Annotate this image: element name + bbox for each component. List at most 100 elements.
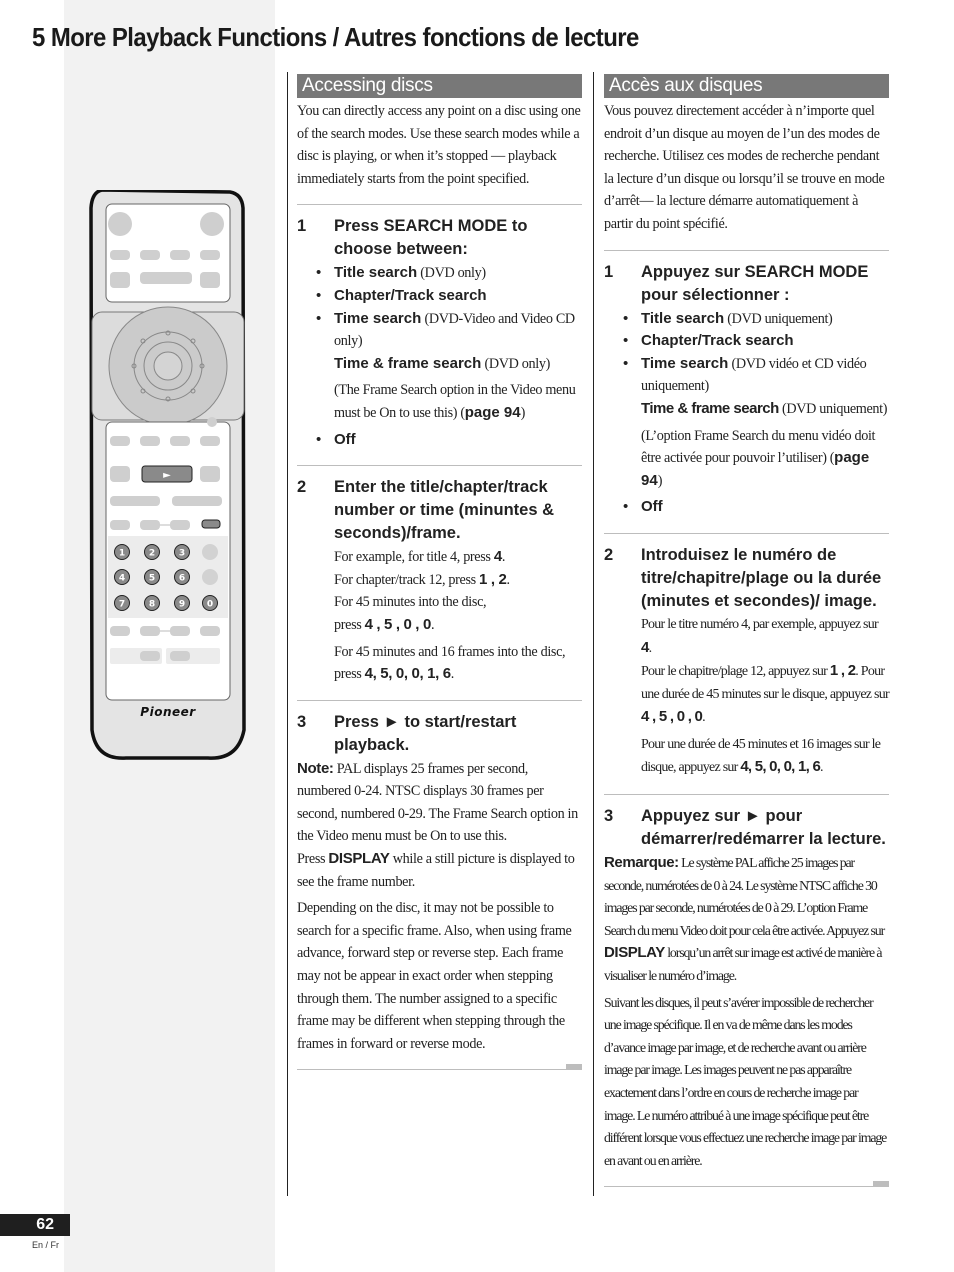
number-key-label: 2 <box>149 549 155 559</box>
list-item: Chapter/Track search <box>623 330 889 353</box>
note-paragraph: Note: PAL displays 25 frames per second,… <box>297 759 578 890</box>
remote-key <box>202 569 218 585</box>
language-label: En / Fr <box>32 1240 60 1250</box>
note-paragraph: Remarque: Le système PAL affiche 25 imag… <box>604 854 885 984</box>
number-key-label: 8 <box>149 600 155 610</box>
remote-key <box>140 651 160 661</box>
step-title: Appuyez sur SEARCH MODE pour sélectionne… <box>641 262 869 304</box>
remote-key <box>170 651 190 661</box>
step-2: 2 Enter the title/chapter/track number o… <box>297 476 582 686</box>
remote-key <box>140 436 160 446</box>
step-title: Enter the title/chapter/track number or … <box>334 478 555 543</box>
page-title: 5 More Playback Functions / Autres fonct… <box>32 22 639 52</box>
end-rule <box>604 1181 889 1188</box>
intro-paragraph: You can directly access any point on a d… <box>297 103 581 187</box>
divider <box>604 794 889 796</box>
remote-key <box>200 436 220 446</box>
step-title: Appuyez sur ► pour démarrer/redémarrer l… <box>641 807 886 849</box>
end-rule <box>297 1064 582 1071</box>
step-number: 1 <box>297 217 307 236</box>
divider <box>297 699 582 701</box>
remote-key <box>170 626 190 636</box>
list-item: Off <box>623 496 889 519</box>
step-title: Introduisez le numéro de titre/chapitre/… <box>641 545 882 610</box>
remote-key <box>110 436 130 446</box>
sub-note: (The Frame Search option in the Video me… <box>334 382 576 421</box>
pioneer-logo: Pioneer <box>140 705 196 719</box>
frame-search-paragraph: Suivant les disques, il peut s’avérer im… <box>604 994 887 1168</box>
number-key-label: 9 <box>179 600 185 610</box>
remote-key <box>110 520 130 530</box>
remote-key <box>200 626 220 636</box>
list-item: Time search (DVD vidéo et CD vidéo uniqu… <box>623 353 889 398</box>
page-reference-link[interactable]: page 94 <box>465 404 521 421</box>
step-number: 1 <box>604 262 614 281</box>
example-line: For 45 minutes into the disc, <box>334 594 487 611</box>
column-divider-right <box>593 72 594 1196</box>
step-1: 1 Appuyez sur SEARCH MODE pour sélection… <box>604 261 889 519</box>
remote-key <box>200 272 220 288</box>
list-item: Off <box>316 429 582 452</box>
divider <box>604 249 889 251</box>
step-number: 3 <box>604 807 614 826</box>
step-number: 3 <box>297 712 307 731</box>
example-line: Pour le chapitre/plage 12, appuyez sur 1… <box>641 662 890 726</box>
list-item: Time & frame search (DVD uniquement) <box>641 399 888 417</box>
divider <box>297 465 582 467</box>
sub-note: (L’option Frame Search du menu vidéo doi… <box>641 427 876 489</box>
example-line: For example, for title 4, press 4. <box>334 548 506 566</box>
number-key-label: 5 <box>149 574 155 584</box>
remote-key <box>170 520 190 530</box>
example-line: Pour le titre numéro 4, par exemple, app… <box>641 616 879 656</box>
column-divider-left <box>287 72 288 1196</box>
example-line: press 4 , 5 , 0 , 0. <box>334 615 435 633</box>
step-title: Press ► to start/restart playback. <box>334 712 517 754</box>
remote-key <box>170 436 190 446</box>
step-1: 1 Press SEARCH MODE to choose between: T… <box>297 215 582 451</box>
remote-key <box>140 272 192 284</box>
frame-search-paragraph: Depending on the disc, it may not be pos… <box>297 900 572 1052</box>
search-mode-list: Title search (DVD uniquement) Chapter/Tr… <box>623 308 889 519</box>
remote-key <box>140 520 160 530</box>
list-item: Time search (DVD-Video and Video CD only… <box>316 308 582 353</box>
remote-key <box>200 250 220 260</box>
number-key-label: 3 <box>179 549 185 559</box>
list-item: Title search (DVD uniquement) <box>623 308 889 331</box>
list-item: Time & frame search (DVD only) <box>334 354 550 372</box>
enter-button <box>153 351 183 381</box>
play-icon: ► <box>163 470 171 481</box>
number-key-label: 0 <box>207 600 213 610</box>
number-key-label: 1 <box>119 549 125 559</box>
section-heading: Accessing discs <box>297 74 582 98</box>
remote-key <box>202 544 218 560</box>
step-3: 3 Press ► to start/restart playback. <box>297 711 582 757</box>
page-number: 62 <box>0 1214 70 1236</box>
intro-paragraph: Vous pouvez directement accéder à n’impo… <box>604 103 885 232</box>
remote-key <box>170 250 190 260</box>
remote-key <box>110 626 130 636</box>
remote-key <box>172 496 222 506</box>
power-button <box>108 212 132 236</box>
number-key-label: 7 <box>119 600 125 610</box>
step-number: 2 <box>297 478 307 497</box>
divider <box>297 204 582 206</box>
divider <box>604 532 889 534</box>
english-column: Accessing discs You can directly access … <box>297 74 582 1071</box>
remote-key <box>207 417 217 427</box>
section-heading: Accès aux disques <box>604 74 889 98</box>
example-line: For 45 minutes and 16 frames into the di… <box>334 643 566 683</box>
step-title: Press SEARCH MODE to choose between: <box>334 217 528 259</box>
french-column: Accès aux disques Vous pouvez directemen… <box>604 74 890 1188</box>
step-number: 2 <box>604 545 614 564</box>
list-item: Chapter/Track search <box>316 285 582 308</box>
step-3: 3 Appuyez sur ► pour démarrer/redémarrer… <box>604 805 889 851</box>
number-key-label: 6 <box>179 574 185 584</box>
list-item: Title search (DVD only) <box>316 262 582 285</box>
remote-key <box>110 466 130 482</box>
remote-key <box>200 466 220 482</box>
remote-key <box>140 250 160 260</box>
remote-control-illustration: ► 1 2 3 4 5 6 7 8 9 0 Pioneer <box>89 190 246 760</box>
remote-key <box>201 519 221 529</box>
example-line: For chapter/track 12, press 1 , 2. <box>334 570 510 588</box>
number-key-label: 4 <box>119 574 125 584</box>
